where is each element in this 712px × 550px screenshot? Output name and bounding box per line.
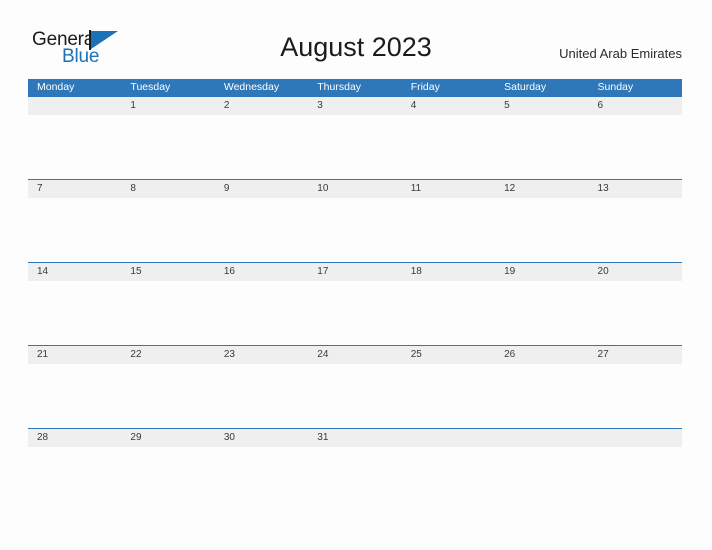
day-cell-number[interactable]: 26	[495, 346, 588, 364]
calendar-week-date-strip: 21 22 23 24 25 26 27	[28, 345, 682, 364]
calendar-week-row: 14 15 16 17 18 19 20	[28, 262, 682, 281]
day-cell-number[interactable]: 3	[308, 97, 401, 115]
weekday-header-tuesday: Tuesday	[130, 81, 171, 93]
country-label: United Arab Emirates	[559, 46, 682, 61]
day-cell-number[interactable]: 15	[121, 263, 214, 281]
weekday-header-saturday: Saturday	[504, 81, 547, 93]
day-cell-number[interactable]: 24	[308, 346, 401, 364]
weekday-header-wednesday: Wednesday	[223, 81, 280, 93]
calendar-week-date-strip: 14 15 16 17 18 19 20	[28, 262, 682, 281]
day-cell-number[interactable]: 4	[402, 97, 495, 115]
day-cell-number[interactable]: 25	[402, 346, 495, 364]
day-cell-number[interactable]: 28	[28, 429, 121, 447]
day-cell-number[interactable]: 6	[589, 97, 682, 115]
weekday-header-monday: Monday	[37, 81, 75, 93]
weekday-header-thursday: Thursday	[317, 81, 362, 93]
calendar-grid: Monday Tuesday Wednesday Thursday Friday…	[28, 79, 682, 447]
day-cell-number[interactable]	[589, 429, 682, 447]
calendar-week-date-strip: 1 2 3 4 5 6	[28, 96, 682, 115]
day-cell-number[interactable]: 17	[308, 263, 401, 281]
calendar-week-row: 21 22 23 24 25 26 27	[28, 345, 682, 364]
day-cell-number[interactable]: 9	[215, 180, 308, 198]
calendar-week-date-strip: 28 29 30 31	[28, 428, 682, 447]
day-cell-number[interactable]: 8	[121, 180, 214, 198]
day-cell-number[interactable]: 16	[215, 263, 308, 281]
day-cell-number[interactable]: 30	[215, 429, 308, 447]
day-cell-number[interactable]	[28, 97, 121, 115]
day-cell-number[interactable]: 14	[28, 263, 121, 281]
day-cell-number[interactable]: 18	[402, 263, 495, 281]
day-cell-number[interactable]: 29	[121, 429, 214, 447]
calendar-week-date-strip: 7 8 9 10 11 12 13	[28, 179, 682, 198]
day-cell-number[interactable]: 20	[589, 263, 682, 281]
weekday-header-friday: Friday	[410, 81, 440, 93]
day-cell-number[interactable]: 2	[215, 97, 308, 115]
day-cell-number[interactable]: 21	[28, 346, 121, 364]
day-cell-number[interactable]: 10	[308, 180, 401, 198]
calendar-week-row: 28 29 30 31	[28, 428, 682, 447]
day-cell-number[interactable]: 7	[28, 180, 121, 198]
calendar-week-row: 1 2 3 4 5 6	[28, 96, 682, 115]
day-cell-number[interactable]: 19	[495, 263, 588, 281]
day-cell-number[interactable]	[402, 429, 495, 447]
calendar-weekday-header: Monday Tuesday Wednesday Thursday Friday…	[28, 79, 682, 96]
day-cell-number[interactable]: 13	[589, 180, 682, 198]
page-header: General Blue August 2023 United Arab Emi…	[0, 0, 712, 79]
weekday-header-sunday: Sunday	[597, 81, 634, 93]
day-cell-number[interactable]: 5	[495, 97, 588, 115]
day-cell-number[interactable]	[495, 429, 588, 447]
day-cell-number[interactable]: 22	[121, 346, 214, 364]
day-cell-number[interactable]: 23	[215, 346, 308, 364]
calendar-week-row: 7 8 9 10 11 12 13	[28, 179, 682, 198]
day-cell-number[interactable]: 27	[589, 346, 682, 364]
day-cell-number[interactable]: 1	[121, 97, 214, 115]
day-cell-number[interactable]: 12	[495, 180, 588, 198]
day-cell-number[interactable]: 31	[308, 429, 401, 447]
day-cell-number[interactable]: 11	[402, 180, 495, 198]
